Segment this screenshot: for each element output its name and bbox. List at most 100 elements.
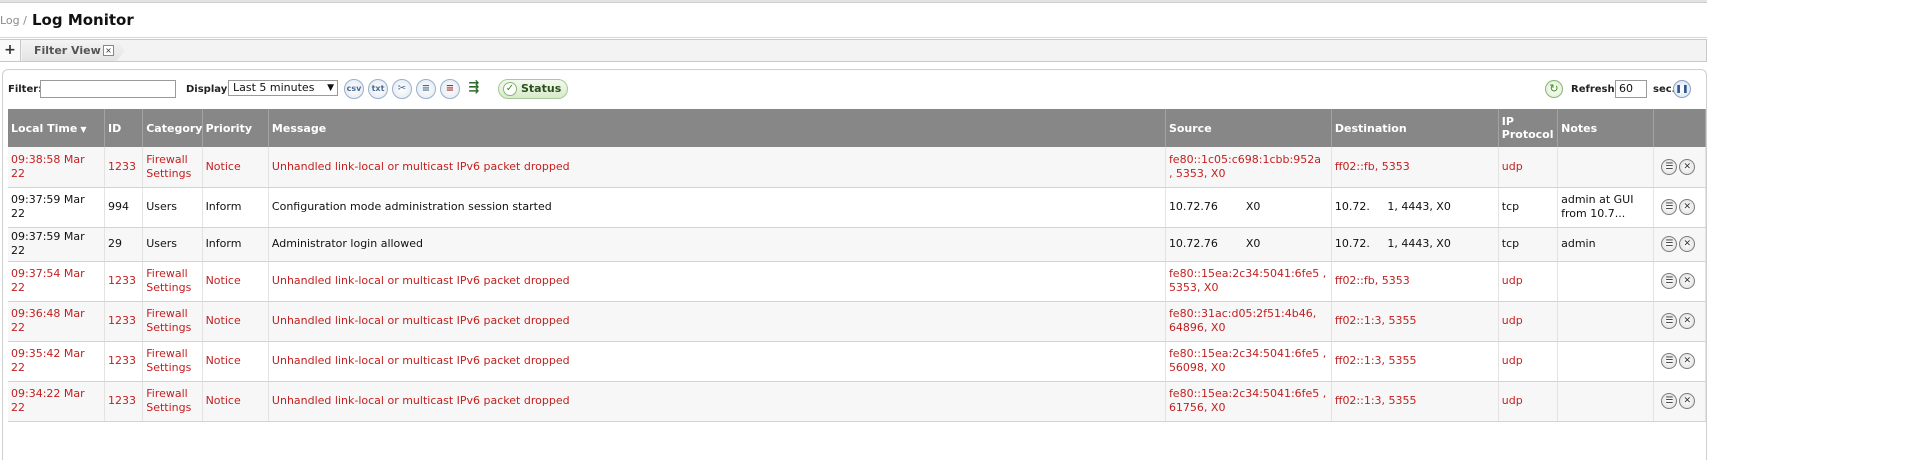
list-icon[interactable]: ☰	[1661, 353, 1678, 369]
table-row[interactable]: 09:37:59 Mar 22 29 Users Inform Administ…	[8, 227, 1707, 262]
cell-id: 994	[104, 187, 144, 228]
cell-priority: Notice	[202, 147, 269, 188]
cell-actions: ☰ ✕	[1653, 381, 1707, 422]
filter-add-icon[interactable]: ≡	[416, 79, 436, 99]
cell-category: Firewall Settings	[142, 341, 203, 382]
cell-category: Firewall Settings	[142, 381, 203, 422]
table-row[interactable]: 09:34:22 Mar 22 1233 Firewall Settings N…	[8, 381, 1707, 422]
cell-priority: Inform	[202, 187, 269, 228]
list-icon[interactable]: ☰	[1661, 158, 1678, 175]
table-row[interactable]: 09:37:54 Mar 22 1233 Firewall Settings N…	[8, 261, 1707, 302]
table-row[interactable]: 09:38:58 Mar 22 1233 Firewall Settings N…	[8, 147, 1707, 188]
col-header-priority[interactable]: Priority	[202, 109, 269, 147]
cell-notes	[1557, 147, 1654, 188]
cell-notes	[1557, 261, 1654, 302]
cell-id: 1233	[104, 147, 144, 188]
cell-time: 09:37:59 Mar 22	[8, 187, 106, 228]
cell-source: 10.72.76 X0	[1165, 187, 1332, 228]
cell-id: 1233	[104, 261, 144, 302]
col-header-destination[interactable]: Destination	[1331, 109, 1499, 147]
tab-filter-view-label: Filter View	[34, 44, 101, 57]
list-icon[interactable]: ☰	[1661, 393, 1678, 409]
cell-message: Unhandled link-local or multicast IPv6 p…	[268, 147, 1166, 188]
col-header-notes[interactable]: Notes	[1557, 109, 1654, 147]
col-header-id[interactable]: ID	[104, 109, 144, 147]
list-icon[interactable]: ☰	[1661, 313, 1678, 329]
export-icon[interactable]: ⇶	[464, 79, 484, 99]
table-row[interactable]: 09:35:42 Mar 22 1233 Firewall Settings N…	[8, 341, 1707, 382]
csv-export-icon[interactable]: csv	[344, 79, 364, 99]
filter-clear-icon[interactable]: ≡	[440, 79, 460, 99]
close-icon[interactable]: ✕	[1679, 353, 1696, 369]
list-icon[interactable]: ☰	[1661, 273, 1678, 289]
cell-destination: ff02::fb, 5353	[1331, 147, 1499, 188]
cell-category: Firewall Settings	[142, 147, 203, 188]
cell-destination: ff02::1:3, 5355	[1331, 381, 1499, 422]
col-header-category[interactable]: Category	[142, 109, 203, 147]
status-button-label: Status	[521, 82, 562, 95]
cell-protocol: udp	[1498, 381, 1559, 422]
cell-priority: Notice	[202, 341, 269, 382]
cell-category: Users	[142, 227, 203, 262]
table-row[interactable]: 09:36:48 Mar 22 1233 Firewall Settings N…	[8, 301, 1707, 342]
close-icon[interactable]: ✕	[1679, 273, 1696, 289]
cell-destination: 10.72. 1, 4443, X0	[1331, 187, 1499, 228]
col-header-actions	[1653, 109, 1707, 147]
cell-category: Firewall Settings	[142, 301, 203, 342]
cell-message: Administrator login allowed	[268, 227, 1166, 262]
cell-actions: ☰ ✕	[1653, 261, 1707, 302]
cell-priority: Inform	[202, 227, 269, 262]
cell-message: Unhandled link-local or multicast IPv6 p…	[268, 341, 1166, 382]
cell-source: fe80::15ea:2c34:5041:6fe5 , 5353, X0	[1165, 261, 1332, 302]
breadcrumb[interactable]: Log /	[0, 14, 27, 27]
refresh-label: Refresh:	[1571, 84, 1619, 95]
col-header-message[interactable]: Message	[268, 109, 1166, 147]
cell-actions: ☰ ✕	[1653, 147, 1707, 188]
col-header-local-time[interactable]: Local Time ▼	[8, 109, 106, 147]
add-tab-button[interactable]: +	[0, 40, 21, 61]
log-table: Local Time ▼ ID Category Priority Message…	[8, 109, 1707, 422]
sort-down-icon: ▼	[80, 124, 87, 134]
filter-input[interactable]	[40, 80, 176, 98]
close-icon[interactable]: ✕	[1679, 393, 1696, 409]
pause-icon[interactable]: ❚❚	[1673, 80, 1691, 98]
tools-icon[interactable]: ✂	[392, 79, 412, 99]
cell-message: Configuration mode administration sessio…	[268, 187, 1166, 228]
cell-protocol: tcp	[1498, 187, 1559, 228]
col-header-source[interactable]: Source	[1165, 109, 1332, 147]
close-icon[interactable]: ✕	[1679, 313, 1696, 329]
list-icon[interactable]: ☰	[1661, 236, 1678, 252]
cell-protocol: udp	[1498, 147, 1559, 188]
cell-destination: ff02::1:3, 5355	[1331, 301, 1499, 342]
refresh-interval-input[interactable]: 60	[1615, 80, 1647, 98]
title-divider	[0, 37, 1707, 38]
close-icon[interactable]: ✕	[1679, 158, 1696, 175]
table-row[interactable]: 09:37:59 Mar 22 994 Users Inform Configu…	[8, 187, 1707, 228]
cell-source: fe80::15ea:2c34:5041:6fe5 , 56098, X0	[1165, 341, 1332, 382]
close-tab-icon[interactable]: ×	[103, 45, 114, 56]
cell-id: 1233	[104, 341, 144, 382]
cell-source: 10.72.76 X0	[1165, 227, 1332, 262]
display-select[interactable]: Last 5 minutes ▼	[228, 80, 338, 96]
status-button[interactable]: ✓ Status	[498, 79, 568, 99]
chevron-down-icon: ▼	[327, 83, 334, 93]
display-label: Display:	[186, 84, 232, 95]
cell-notes: admin	[1557, 227, 1654, 262]
refresh-icon[interactable]: ↻	[1545, 80, 1563, 98]
checkmark-icon: ✓	[503, 82, 517, 96]
cell-id: 1233	[104, 381, 144, 422]
cell-protocol: tcp	[1498, 227, 1559, 262]
col-header-ip-protocol[interactable]: IP Protocol	[1498, 109, 1559, 147]
cell-message: Unhandled link-local or multicast IPv6 p…	[268, 381, 1166, 422]
close-icon[interactable]: ✕	[1679, 236, 1696, 252]
cell-category: Firewall Settings	[142, 261, 203, 302]
cell-time: 09:37:54 Mar 22	[8, 261, 106, 302]
txt-export-icon[interactable]: txt	[368, 79, 388, 99]
cell-source: fe80::15ea:2c34:5041:6fe5 , 61756, X0	[1165, 381, 1332, 422]
page-title: Log Monitor	[32, 11, 134, 29]
cell-priority: Notice	[202, 261, 269, 302]
list-icon[interactable]: ☰	[1661, 199, 1678, 215]
cell-id: 29	[104, 227, 144, 262]
close-icon[interactable]: ✕	[1679, 199, 1696, 215]
cell-actions: ☰ ✕	[1653, 341, 1707, 382]
